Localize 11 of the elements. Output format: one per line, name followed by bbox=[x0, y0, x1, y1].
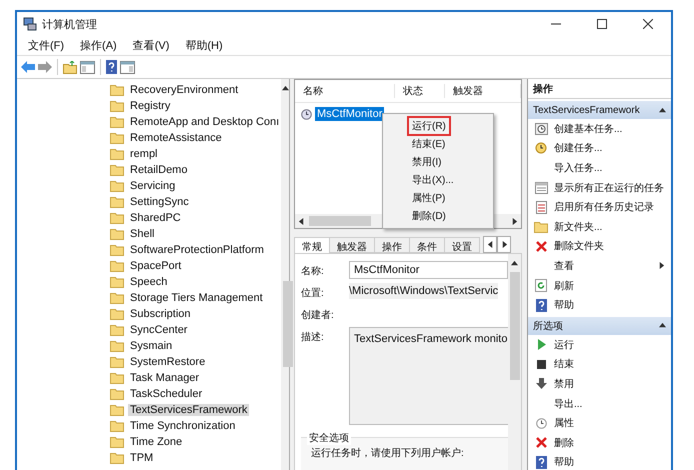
window-title: 计算机管理 bbox=[42, 18, 98, 32]
field-value: \Microsoft\Windows\TextServic bbox=[349, 283, 498, 299]
field-label: 描述: bbox=[301, 330, 325, 344]
description-field: TextServicesFramework monito bbox=[349, 327, 508, 425]
field-label: 位置: bbox=[301, 286, 325, 300]
pane-title: 操作 bbox=[528, 79, 671, 99]
group-title: 安全选项 bbox=[307, 431, 351, 445]
field-label: 创建者: bbox=[301, 308, 335, 322]
field-label: 名称: bbox=[301, 265, 325, 278]
security-text: 运行任务时，请使用下列用户帐户: bbox=[311, 446, 464, 460]
name-field: MsCtfMonitor bbox=[349, 261, 508, 279]
